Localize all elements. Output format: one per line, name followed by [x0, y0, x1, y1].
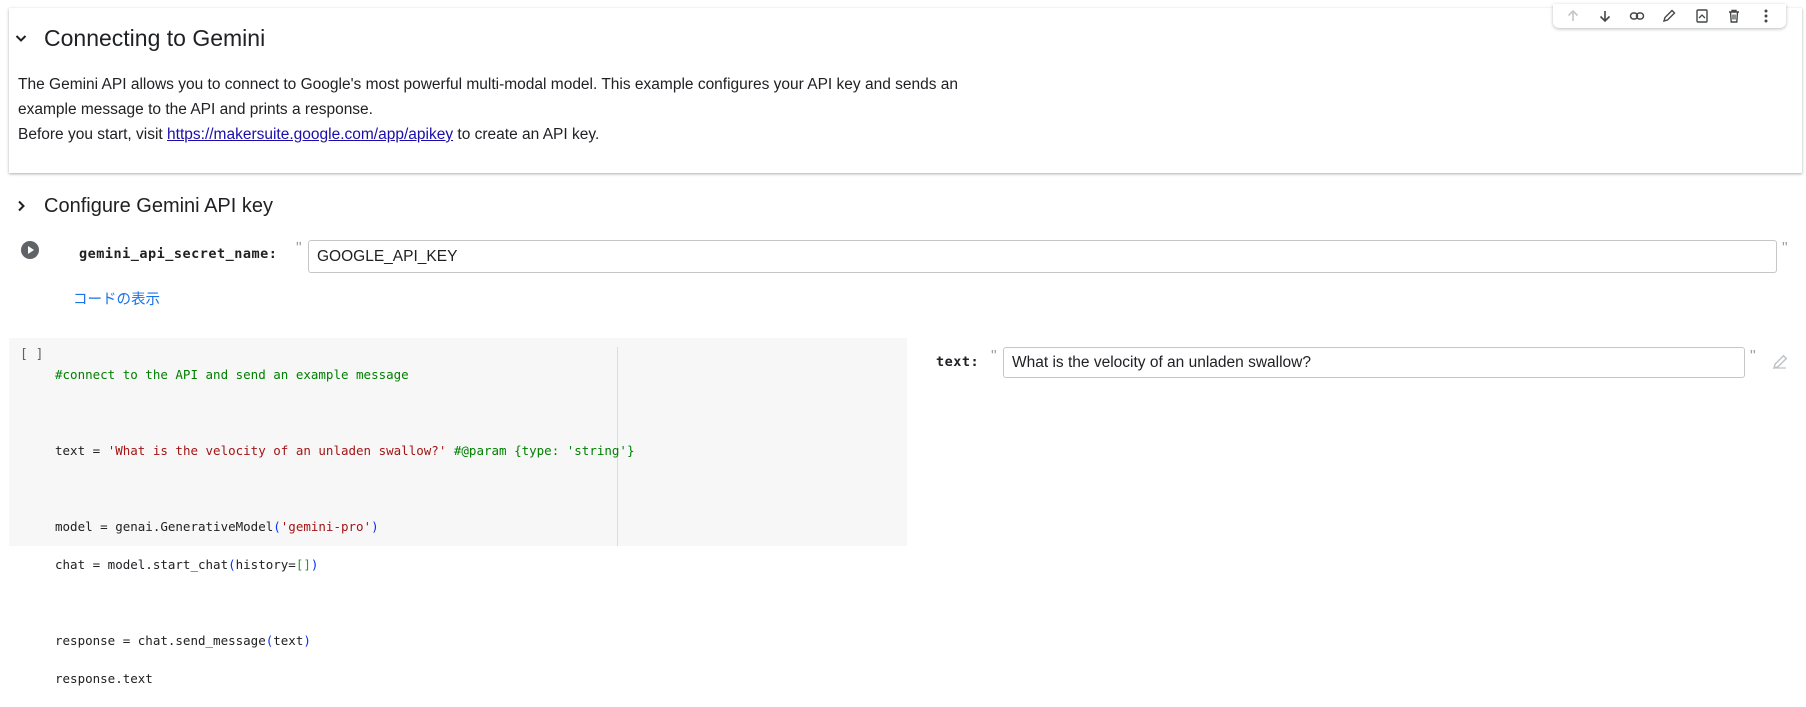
move-down-button[interactable] [1594, 5, 1616, 27]
edit-button[interactable] [1658, 5, 1680, 27]
code-paren: ( [228, 557, 236, 572]
apikey-link[interactable]: https://makersuite.google.com/app/apikey [167, 126, 453, 143]
code-line: response = chat.send_message(text) [55, 631, 635, 650]
code-token: text = [55, 443, 108, 458]
chevron-right-icon [18, 200, 25, 212]
code-bracket: [] [295, 557, 311, 572]
code-paren: ( [273, 519, 281, 534]
close-quote: " [1782, 240, 1788, 257]
code-line: text = 'What is the velocity of an unlad… [55, 441, 635, 460]
code-token: history= [235, 557, 296, 572]
more-vert-icon [1764, 9, 1768, 23]
more-options-button[interactable] [1755, 5, 1777, 27]
param-label: gemini_api_secret_name: [79, 246, 278, 262]
run-cell-button[interactable] [20, 240, 40, 260]
code-paren: ) [310, 557, 319, 572]
chevron-down-icon [15, 35, 27, 42]
code-token: chat = model.start_chat [55, 557, 229, 572]
section-collapse-toggle[interactable] [13, 30, 29, 51]
intro-line-2: example message to the API and prints a … [18, 101, 373, 118]
text-cell-connecting[interactable]: Connecting to Gemini The Gemini API allo… [9, 4, 1802, 173]
open-quote: " [991, 348, 997, 365]
code-line: model = genai.GenerativeModel('gemini-pr… [55, 517, 635, 536]
apikey-suffix: to create an API key. [453, 126, 600, 143]
code-line: response.text [55, 669, 635, 688]
delete-icon [1728, 9, 1739, 23]
code-line: chat = model.start_chat(history=[]) [55, 555, 635, 574]
mirror-cell-icon [1695, 9, 1708, 23]
execution-count[interactable]: [ ] [20, 347, 43, 362]
section-heading: Connecting to Gemini [44, 25, 266, 51]
code-editor[interactable]: #connect to the API and send an example … [55, 346, 635, 707]
edit-icon [1663, 9, 1676, 23]
open-quote: " [296, 240, 302, 257]
close-quote: " [1750, 348, 1756, 365]
mirror-cell-button[interactable] [1691, 5, 1713, 27]
form-section-title: Configure Gemini API key [44, 195, 273, 217]
secret-name-input[interactable] [308, 240, 1777, 273]
edit-form-button[interactable] [1771, 353, 1789, 376]
intro-line-1: The Gemini API allows you to connect to … [18, 76, 959, 93]
code-token: response = chat.send_message [55, 633, 266, 648]
code-paren: ) [303, 633, 311, 648]
link-icon [1630, 12, 1645, 20]
pencil-icon [1772, 354, 1788, 370]
text-param-label: text: [936, 354, 980, 370]
delete-button[interactable] [1723, 5, 1745, 27]
show-code-link[interactable]: コードの表示 [73, 288, 160, 309]
code-string: 'What is the velocity of an unladen swal… [107, 443, 447, 458]
code-token: response.text [55, 671, 153, 686]
code-paren: ) [371, 519, 379, 534]
code-line: #connect to the API and send an example … [55, 365, 635, 384]
section-expand-toggle[interactable] [13, 198, 29, 219]
code-token: model = genai.GenerativeModel [55, 519, 274, 534]
code-comment: #connect to the API and send an example … [55, 367, 409, 382]
code-token: text [273, 633, 304, 648]
play-circle-icon [21, 241, 39, 259]
apikey-paragraph: Before you start, visit https://makersui… [18, 122, 599, 147]
cell-toolbar [1553, 4, 1786, 28]
code-string: 'gemini-pro' [280, 519, 372, 534]
arrow-down-icon [1600, 11, 1611, 23]
apikey-prefix: Before you start, visit [18, 126, 168, 143]
code-paren: ( [265, 633, 274, 648]
move-up-button[interactable] [1562, 5, 1584, 27]
text-param-input[interactable] [1003, 347, 1745, 378]
arrow-up-icon [1567, 9, 1579, 21]
code-comment: #@param {type: 'string'} [446, 443, 635, 458]
intro-paragraph: The Gemini API allows you to connect to … [18, 72, 1018, 122]
copy-link-button[interactable] [1626, 5, 1648, 27]
